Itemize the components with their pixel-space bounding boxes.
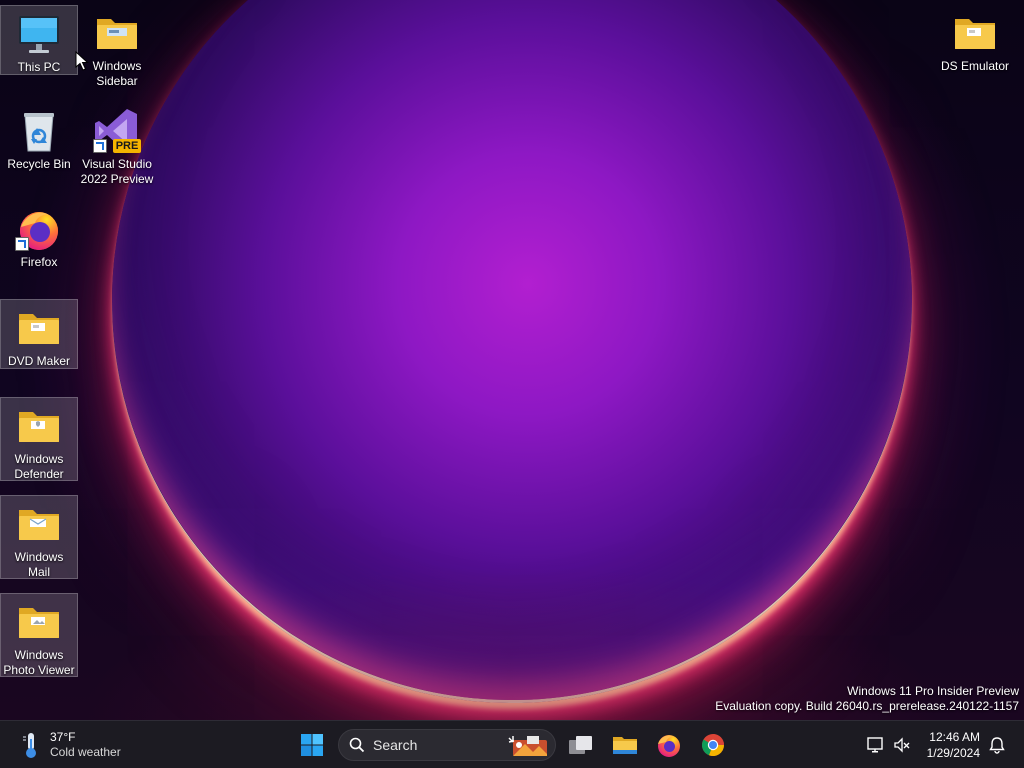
evaluation-watermark: Windows 11 Pro Insider Preview Evaluatio… — [715, 684, 1019, 714]
weather-temperature: 37°F — [50, 730, 76, 744]
visual-studio-icon: PRE — [93, 107, 141, 155]
watermark-build: Evaluation copy. Build 26040.rs_prerelea… — [715, 699, 1019, 713]
monitor-icon — [15, 10, 63, 58]
folder-icon — [15, 304, 63, 352]
clock[interactable]: 12:46 AM 1/29/2024 — [927, 729, 980, 761]
desktop-icon-label: This PC — [17, 60, 61, 74]
desktop-icon-windows-defender[interactable]: Windows Defender — [0, 397, 78, 481]
file-explorer-icon — [613, 737, 637, 754]
shortcut-arrow-icon — [15, 237, 29, 251]
chrome-icon — [701, 734, 725, 757]
volume-button[interactable] — [884, 725, 920, 765]
task-view-button[interactable] — [561, 725, 601, 765]
start-icon — [301, 734, 323, 756]
desktop-icon-dvd-maker[interactable]: DVD Maker — [0, 299, 78, 369]
desktop-icon-label: DS Emulator — [940, 59, 1010, 73]
desktop-icon-recycle-bin[interactable]: Recycle Bin — [0, 103, 78, 172]
clock-time: 12:46 AM — [929, 730, 980, 744]
desktop-icon-label: Visual Studio 2022 Preview — [80, 157, 154, 186]
desktop-icon-label: Firefox — [20, 255, 58, 269]
search-icon — [349, 737, 365, 753]
desktop-icon-ds-emulator[interactable]: DS Emulator — [936, 5, 1014, 74]
watermark-edition: Windows 11 Pro Insider Preview — [847, 684, 1019, 698]
desktop-icon-label: Windows Mail — [14, 550, 64, 579]
taskbar-firefox-button[interactable] — [649, 725, 689, 765]
firefox-icon — [15, 205, 63, 253]
shortcut-arrow-icon — [93, 139, 107, 153]
desktop-icon-windows-sidebar[interactable]: Windows Sidebar — [78, 5, 156, 89]
folder-icon — [15, 500, 63, 548]
folder-icon — [15, 402, 63, 450]
desktop-icon-label: Recycle Bin — [7, 157, 71, 171]
notification-bell-icon — [989, 737, 1005, 754]
taskbar-chrome-button[interactable] — [693, 725, 733, 765]
desktop[interactable]: This PC Windows Sidebar DS Emulator Recy… — [0, 0, 1024, 720]
search-label: Search — [373, 737, 418, 753]
desktop-icon-firefox[interactable]: Firefox — [0, 201, 78, 270]
file-explorer-button[interactable] — [605, 725, 645, 765]
preview-badge: PRE — [113, 139, 141, 153]
network-icon — [867, 737, 883, 753]
desktop-icon-this-pc[interactable]: This PC — [0, 5, 78, 75]
recycle-bin-icon — [15, 107, 63, 155]
start-button[interactable] — [292, 725, 332, 765]
clock-date: 1/29/2024 — [926, 746, 980, 760]
desktop-icon-label: Windows Photo Viewer — [3, 648, 75, 677]
taskbar-search[interactable]: Search — [338, 729, 556, 761]
folder-icon — [93, 9, 141, 57]
desktop-icon-label: Windows Sidebar — [92, 59, 142, 88]
weather-condition: Cold weather — [50, 745, 121, 759]
search-highlight-icon — [507, 734, 549, 763]
thermometer-icon — [16, 727, 46, 763]
desktop-icon-windows-photo-viewer[interactable]: Windows Photo Viewer — [0, 593, 78, 677]
weather-widget[interactable]: 37°F Cold weather — [16, 727, 136, 763]
volume-muted-icon — [894, 737, 910, 753]
desktop-icon-windows-mail[interactable]: Windows Mail — [0, 495, 78, 579]
desktop-icon-label: DVD Maker — [7, 354, 70, 368]
firefox-icon — [658, 735, 680, 757]
folder-icon — [15, 598, 63, 646]
desktop-icon-visual-studio[interactable]: PRE Visual Studio 2022 Preview — [78, 103, 156, 187]
notifications-button[interactable] — [980, 725, 1014, 765]
task-view-icon — [569, 736, 592, 754]
taskbar: 37°F Cold weather Search 12:46 AM 1/29/2… — [0, 720, 1024, 768]
desktop-icon-label: Windows Defender — [14, 452, 64, 481]
mouse-cursor-icon — [75, 50, 89, 76]
folder-icon — [951, 9, 999, 57]
